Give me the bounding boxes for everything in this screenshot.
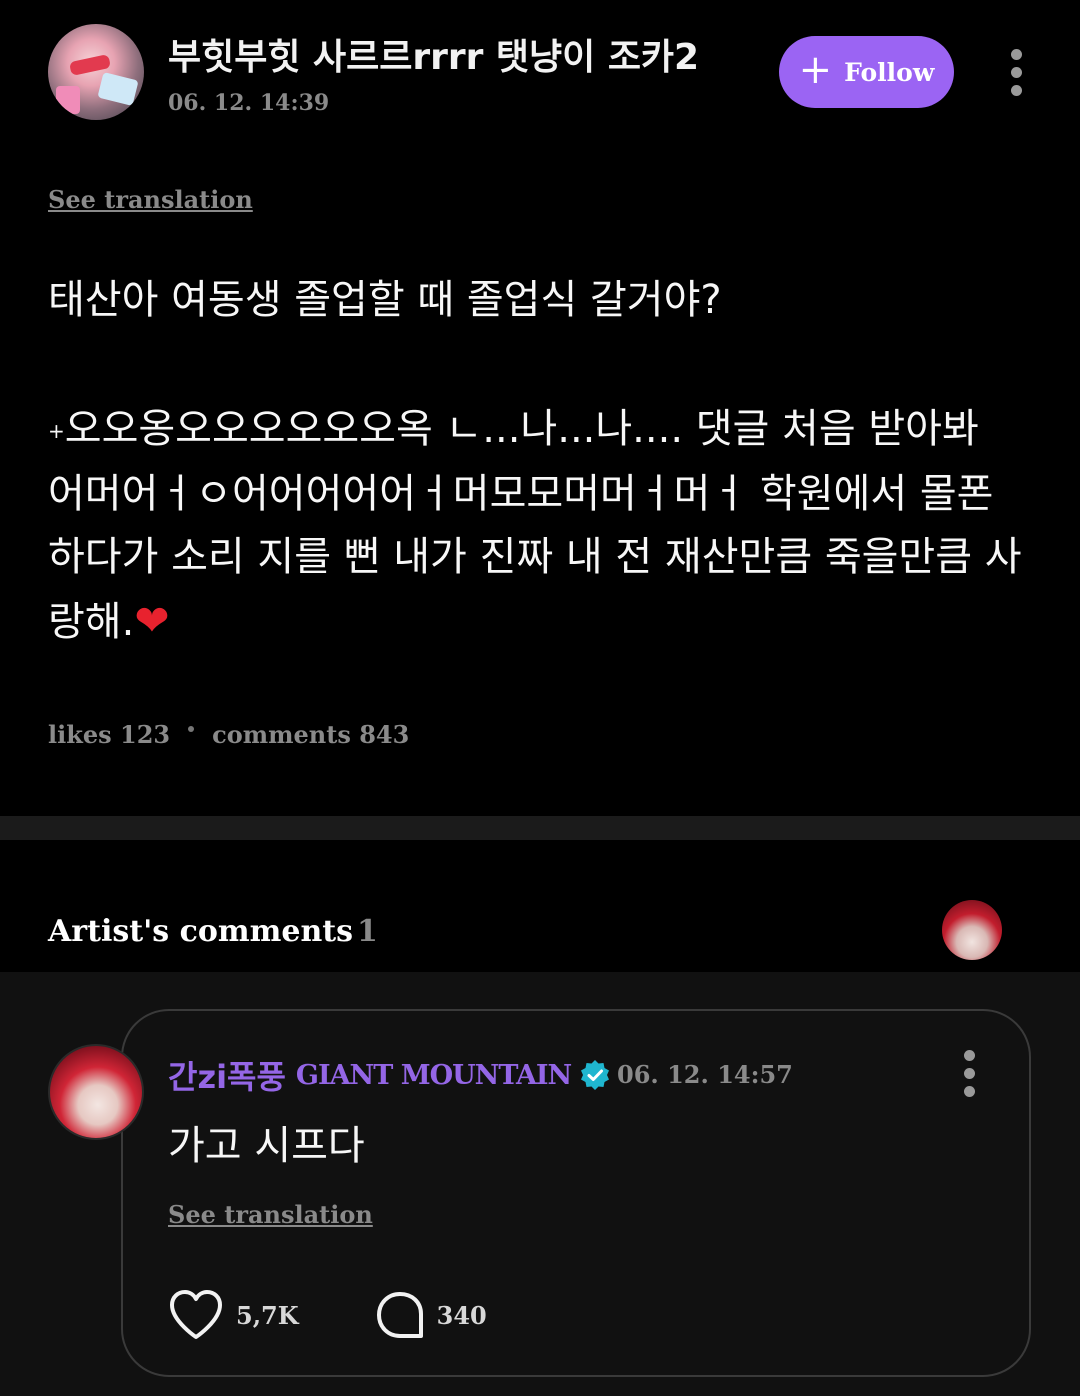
comment-author-group: GIANT MOUNTAIN [295, 1059, 572, 1091]
author-avatar[interactable] [48, 24, 144, 120]
see-translation-link[interactable]: See translation [48, 185, 253, 214]
artist-comments-title: Artist's comments 1 [48, 914, 378, 949]
body-prefix: + [48, 419, 65, 443]
like-count: 5,7K [236, 1300, 299, 1330]
author-name[interactable]: 부힛부힛 사르르rrrr 탯냥이 조카2 [168, 28, 699, 80]
comment-author[interactable]: 간zi폭풍 GIANT MOUNTAIN [168, 1052, 611, 1098]
reply-count: 340 [436, 1300, 487, 1330]
reply-button[interactable]: 340 [375, 1290, 487, 1340]
artist-comments-label: Artist's comments [48, 914, 354, 949]
comment-see-translation-link[interactable]: See translation [168, 1200, 373, 1229]
likes-count: 123 [120, 720, 171, 749]
plus-icon: + [798, 47, 833, 93]
artist-comments-count: 1 [357, 914, 378, 949]
speech-bubble-icon [376, 1292, 423, 1338]
comment-actions: 5,7K 340 [168, 1285, 487, 1345]
heart-emoji: ❤ [134, 596, 170, 645]
post-body-text: 오오옹오오오오오오옥 ㄴ...나...나.... 댓글 처음 받아봐 어머어ㅓㅇ… [48, 406, 1022, 645]
kebab-menu-icon[interactable] [964, 1050, 976, 1104]
follow-button[interactable]: + Follow [779, 36, 954, 108]
post-timestamp: 06. 12. 14:39 [168, 90, 330, 116]
artist-avatar-small[interactable] [942, 900, 1002, 960]
heart-outline-icon [170, 1290, 222, 1339]
post-body: +오오옹오오오오오오옥 ㄴ...나...나.... 댓글 처음 받아봐 어머어ㅓ… [48, 398, 1028, 654]
post-question: 태산아 여동생 졸업할 때 졸업식 갈거야? [48, 277, 722, 323]
post-stats: likes 123 comments 843 [48, 720, 409, 749]
comments-label[interactable]: comments [212, 720, 351, 749]
kebab-menu-icon[interactable] [1011, 49, 1023, 103]
section-divider [0, 816, 1080, 840]
comment-author-name: 간zi폭풍 [168, 1058, 286, 1096]
separator-dot [188, 725, 195, 732]
comment-text: 가고 시프다 [168, 1123, 365, 1169]
likes-label: likes [48, 720, 112, 749]
comment-author-avatar[interactable] [48, 1044, 144, 1140]
post-header: 부힛부힛 사르르rrrr 탯냥이 조카2 06. 12. 14:39 + Fol… [0, 0, 1080, 140]
comments-count[interactable]: 843 [359, 720, 409, 749]
comment-timestamp: 06. 12. 14:57 [617, 1060, 793, 1089]
like-button[interactable]: 5,7K [168, 1289, 299, 1341]
verified-badge-icon [581, 1060, 610, 1090]
follow-label: Follow [844, 57, 935, 87]
